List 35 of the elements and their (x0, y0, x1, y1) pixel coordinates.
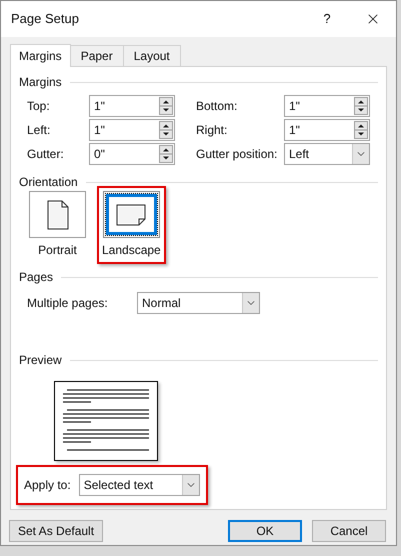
dialog-button[interactable]: OK (228, 520, 302, 542)
portrait-page-icon (46, 200, 68, 230)
spin-field[interactable]: 1" (89, 95, 175, 117)
spin-field[interactable]: 1" (89, 119, 175, 141)
window-title: Page Setup (11, 10, 80, 28)
help-button[interactable]: ? (304, 1, 350, 37)
dialog-button[interactable]: Cancel (312, 520, 386, 542)
field-label: Left: (27, 122, 52, 139)
dialog-button[interactable]: Set As Default (9, 520, 104, 542)
spinner-icon[interactable] (159, 121, 173, 139)
section-title: Preview (19, 352, 62, 369)
field-label: Apply to: (24, 477, 71, 494)
tab[interactable]: Paper (70, 45, 124, 66)
section-title: Pages (19, 269, 54, 286)
spin-field[interactable]: 1" (284, 119, 370, 141)
field-label: Bottom: (195, 98, 238, 115)
tab[interactable]: Margins (10, 44, 71, 67)
field-label: Right: (195, 122, 228, 139)
spin-field[interactable]: 0" (89, 143, 175, 165)
section-title: Margins (19, 74, 62, 91)
spin-field[interactable]: 1" (284, 95, 370, 117)
field-label: Top: (27, 98, 51, 115)
field-label: Gutter position: (195, 146, 278, 163)
landscape-page-icon (116, 204, 146, 226)
section-title: Orientation (19, 174, 78, 191)
field-label: Gutter: (27, 146, 65, 163)
spinner-icon[interactable] (159, 97, 173, 115)
spinner-icon[interactable] (354, 121, 368, 139)
spinner-icon[interactable] (159, 145, 173, 163)
dropdown-field[interactable]: Selected text (78, 474, 200, 496)
field-label: Multiple pages: (27, 295, 109, 312)
tab[interactable]: Layout (124, 45, 181, 66)
dropdown-field[interactable]: Left (284, 143, 370, 165)
dropdown-field[interactable]: Normal (137, 292, 260, 314)
spinner-icon[interactable] (354, 97, 368, 115)
